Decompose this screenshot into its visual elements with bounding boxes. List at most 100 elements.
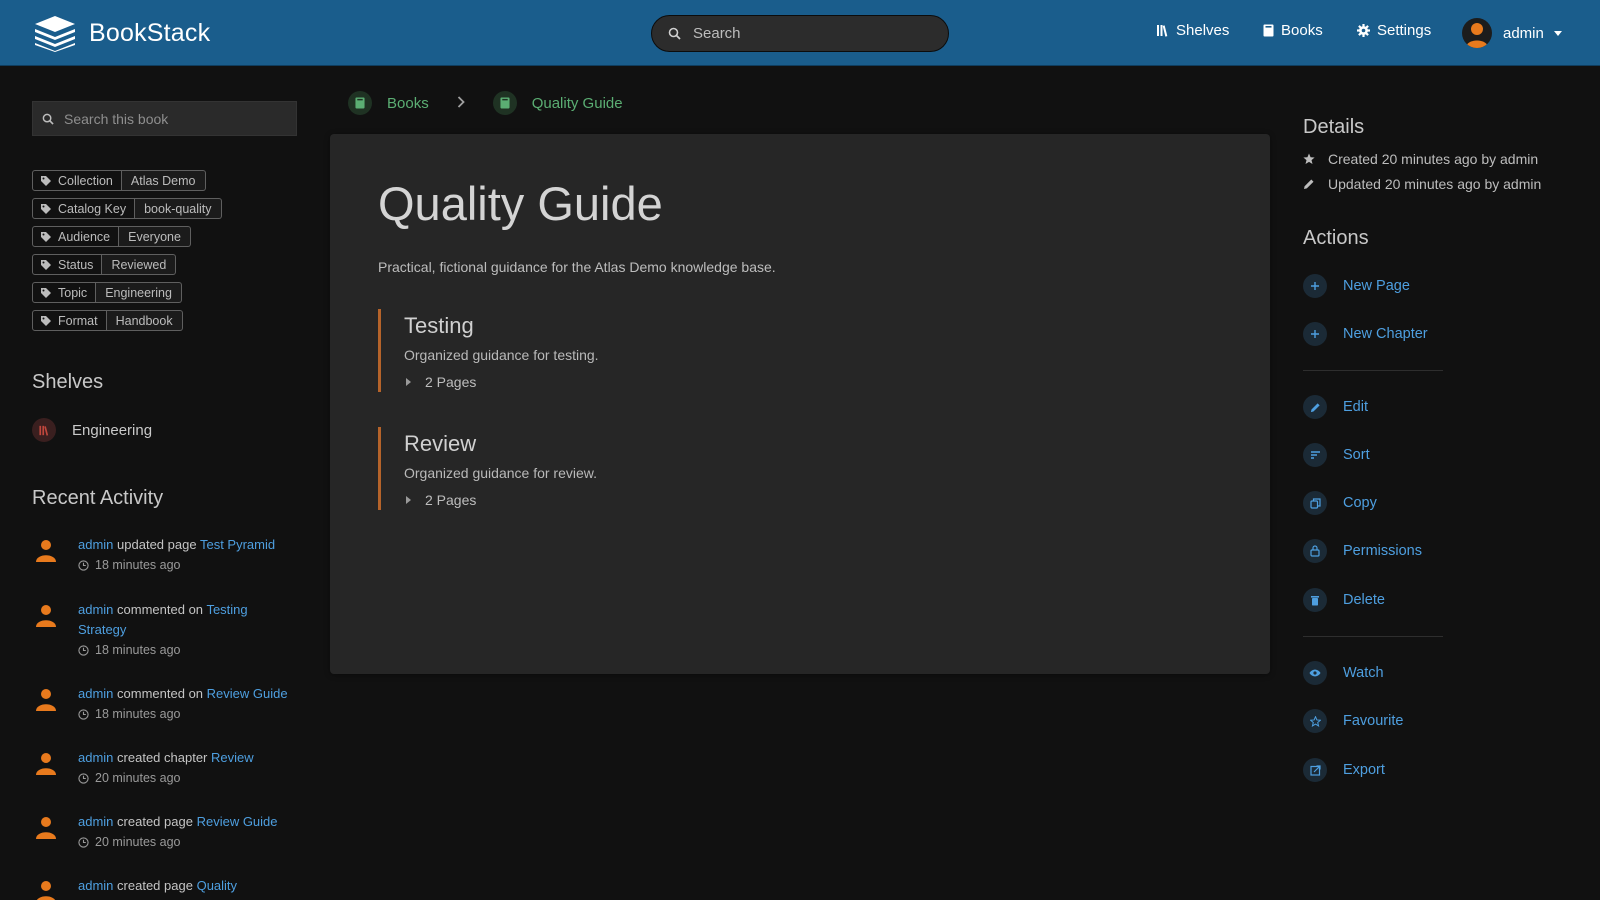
- action-new-chapter[interactable]: New Chapter: [1303, 322, 1428, 346]
- tag-item[interactable]: Collection Atlas Demo: [32, 170, 222, 191]
- bookstack-logo-icon: [35, 16, 75, 52]
- caret-right-icon: [406, 378, 411, 386]
- divider: [1303, 370, 1443, 371]
- clock-icon: [78, 772, 89, 784]
- book-search-input[interactable]: [64, 110, 284, 127]
- divider: [1303, 636, 1443, 637]
- activity-item: admin created page Review Guide 20 minut…: [32, 812, 297, 852]
- book-content-card: Quality Guide Practical, fictional guida…: [330, 134, 1270, 674]
- plus-icon: [1303, 274, 1327, 298]
- action-watch[interactable]: Watch: [1303, 661, 1384, 685]
- tag-item[interactable]: Status Reviewed: [32, 254, 222, 275]
- star-icon: [1303, 709, 1327, 733]
- chapter-title[interactable]: Review: [404, 427, 978, 457]
- user-avatar-icon: [36, 689, 56, 711]
- top-header: BookStack Shelves Books Settings admin: [0, 0, 1600, 66]
- trash-icon: [1303, 588, 1327, 612]
- action-delete[interactable]: Delete: [1303, 588, 1385, 612]
- chapter-description: Organized guidance for testing.: [404, 347, 599, 363]
- chapter-description: Organized guidance for review.: [404, 465, 597, 481]
- chapter-item[interactable]: Testing Organized guidance for testing. …: [378, 309, 978, 392]
- tag-icon: [41, 203, 51, 214]
- nav-books[interactable]: Books: [1263, 22, 1323, 39]
- activity-item: admin created chapter Review 20 minutes …: [32, 748, 297, 788]
- updated-info: Updated 20 minutes ago by admin: [1303, 176, 1541, 192]
- nav-settings[interactable]: Settings: [1357, 22, 1431, 39]
- tag-icon: [41, 259, 51, 270]
- tag-item[interactable]: Topic Engineering: [32, 282, 222, 303]
- sort-icon: [1303, 443, 1327, 467]
- export-icon: [1303, 758, 1327, 782]
- tag-icon: [41, 231, 51, 242]
- shelves-icon: [1157, 25, 1168, 37]
- activity-item: admin commented on Review Guide 18 minut…: [32, 684, 297, 724]
- tag-icon: [41, 175, 51, 186]
- chapter-pages-toggle[interactable]: 2 Pages: [404, 492, 978, 510]
- pencil-icon: [1304, 179, 1314, 189]
- user-avatar-icon: [36, 605, 56, 627]
- chapter-pages-toggle[interactable]: 2 Pages: [404, 374, 978, 392]
- chevron-right-icon: [457, 95, 465, 112]
- user-avatar-icon: [36, 881, 56, 900]
- global-search[interactable]: [651, 15, 949, 52]
- books-icon: [1263, 24, 1274, 37]
- user-avatar-icon: [36, 753, 56, 775]
- user-avatar-icon: [36, 540, 56, 562]
- star-icon: [1303, 153, 1315, 164]
- search-icon: [42, 113, 54, 125]
- tag-item[interactable]: Format Handbook: [32, 310, 222, 331]
- breadcrumb-books[interactable]: Books: [387, 95, 429, 112]
- plus-icon: [1303, 322, 1327, 346]
- pencil-icon: [1303, 395, 1327, 419]
- eye-icon: [1303, 661, 1327, 685]
- app-name: BookStack: [89, 18, 211, 47]
- activity-item: admin updated page Test Pyramid 18 minut…: [32, 535, 297, 575]
- avatar: [1462, 18, 1492, 48]
- action-favourite[interactable]: Favourite: [1303, 709, 1403, 733]
- shelf-icon: [32, 418, 56, 442]
- book-icon: [348, 91, 372, 115]
- action-edit[interactable]: Edit: [1303, 395, 1368, 419]
- page-title: Quality Guide: [378, 177, 663, 230]
- global-search-input[interactable]: [693, 25, 913, 42]
- clock-icon: [78, 559, 89, 571]
- chapter-title[interactable]: Testing: [404, 309, 978, 339]
- action-copy[interactable]: Copy: [1303, 491, 1377, 515]
- details-heading: Details: [1303, 116, 1365, 138]
- action-new-page[interactable]: New Page: [1303, 274, 1410, 298]
- clock-icon: [78, 644, 89, 656]
- breadcrumb-current-book[interactable]: Quality Guide: [532, 95, 623, 112]
- tag-item[interactable]: Audience Everyone: [32, 226, 222, 247]
- tag-icon: [41, 315, 51, 326]
- lock-icon: [1303, 539, 1327, 563]
- chevron-down-icon: [1553, 30, 1562, 36]
- created-info: Created 20 minutes ago by admin: [1303, 151, 1538, 167]
- shelf-item-engineering[interactable]: Engineering: [32, 418, 152, 442]
- actions-heading: Actions: [1303, 227, 1369, 249]
- book-icon: [492, 91, 517, 115]
- tag-icon: [41, 287, 51, 298]
- caret-right-icon: [406, 496, 411, 504]
- logo[interactable]: BookStack: [33, 14, 210, 52]
- clock-icon: [78, 708, 89, 720]
- nav-shelves[interactable]: Shelves: [1157, 22, 1229, 39]
- chapter-item[interactable]: Review Organized guidance for review. 2 …: [378, 427, 978, 510]
- gear-icon: [1357, 24, 1370, 37]
- shelves-heading: Shelves: [32, 371, 104, 393]
- search-icon: [668, 27, 681, 40]
- action-permissions[interactable]: Permissions: [1303, 539, 1422, 563]
- clock-icon: [78, 836, 89, 848]
- book-search[interactable]: [32, 101, 297, 136]
- recent-activity-heading: Recent Activity: [32, 487, 164, 509]
- action-export[interactable]: Export: [1303, 758, 1385, 782]
- tag-list: Collection Atlas Demo Catalog Key book-q…: [32, 170, 222, 338]
- user-avatar-icon: [1466, 23, 1488, 48]
- copy-icon: [1303, 491, 1327, 515]
- user-avatar-icon: [36, 817, 56, 839]
- tag-item[interactable]: Catalog Key book-quality: [32, 198, 222, 219]
- book-description: Practical, fictional guidance for the At…: [378, 259, 776, 275]
- activity-item: admin created page Quality: [32, 876, 297, 900]
- user-menu[interactable]: admin: [1462, 18, 1562, 48]
- user-name: admin: [1503, 24, 1544, 42]
- action-sort[interactable]: Sort: [1303, 443, 1370, 467]
